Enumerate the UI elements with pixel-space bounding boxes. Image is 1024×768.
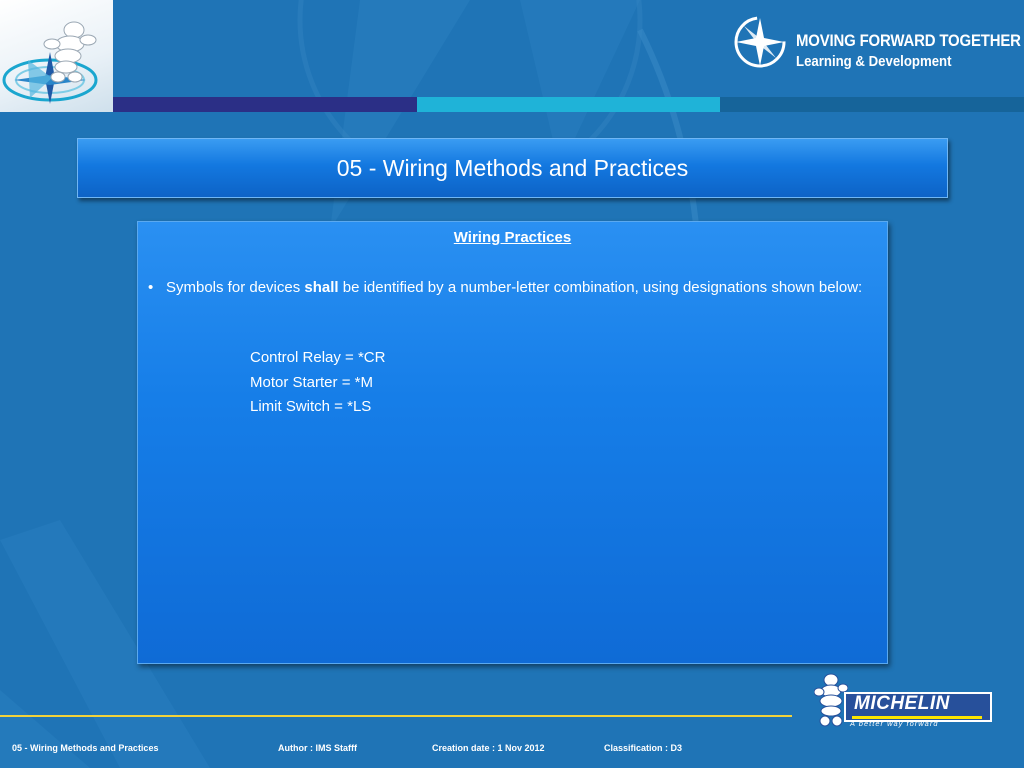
footer-classification: Classification : D3	[604, 743, 683, 753]
michelin-logo: MICHELIN A better way forward	[814, 672, 996, 732]
bullet-text-emphasis: shall	[304, 279, 339, 296]
bibendum-icon	[814, 673, 848, 727]
slide-title: 05 - Wiring Methods and Practices	[336, 154, 689, 181]
michelin-wordmark: MICHELIN	[854, 693, 950, 714]
footer-creation-date: Creation date : 1 Nov 2012	[432, 743, 545, 753]
designation-item: Limit Switch = *LS	[250, 398, 372, 415]
slide-title-bar: 05 - Wiring Methods and Practices	[77, 138, 948, 198]
michelin-tagline: A better way forward	[850, 719, 939, 728]
bullet-text: Symbols for devices shall be identified …	[166, 277, 862, 298]
bullet-text-end: be identified by a number-letter combina…	[338, 279, 863, 296]
designation-item: Control Relay = *CR	[250, 349, 386, 366]
bullet-text-start: Symbols for devices	[166, 279, 305, 296]
footer-rule	[0, 715, 792, 717]
brand-block: MOVING FORWARD TOGETHER Learning & Devel…	[730, 12, 1021, 92]
brand-department: Learning & Development	[796, 53, 952, 70]
header-stripe-blue	[720, 97, 1024, 112]
brand-tagline: MOVING FORWARD TOGETHER	[796, 31, 1021, 50]
bullet-dot-icon: •	[148, 279, 154, 296]
compass-star-icon	[734, 16, 786, 68]
bibendum-compass-logo	[0, 0, 113, 112]
bullet-item: • Symbols for devices shall be identifie…	[148, 277, 868, 298]
section-heading: Wiring Practices	[453, 229, 572, 246]
designation-item: Motor Starter = *M	[250, 373, 373, 391]
header-stripe-cyan	[417, 97, 720, 112]
footer-author: Author : IMS Stafff	[278, 743, 357, 753]
header-stripe-navy	[113, 97, 417, 112]
designation-list: Control Relay = *CR Motor Starter = *M L…	[250, 346, 385, 420]
content-panel: Wiring Practices • Symbols for devices s…	[137, 221, 888, 664]
compass-logo-icon	[2, 21, 98, 104]
footer-course: 05 - Wiring Methods and Practices	[12, 743, 159, 753]
